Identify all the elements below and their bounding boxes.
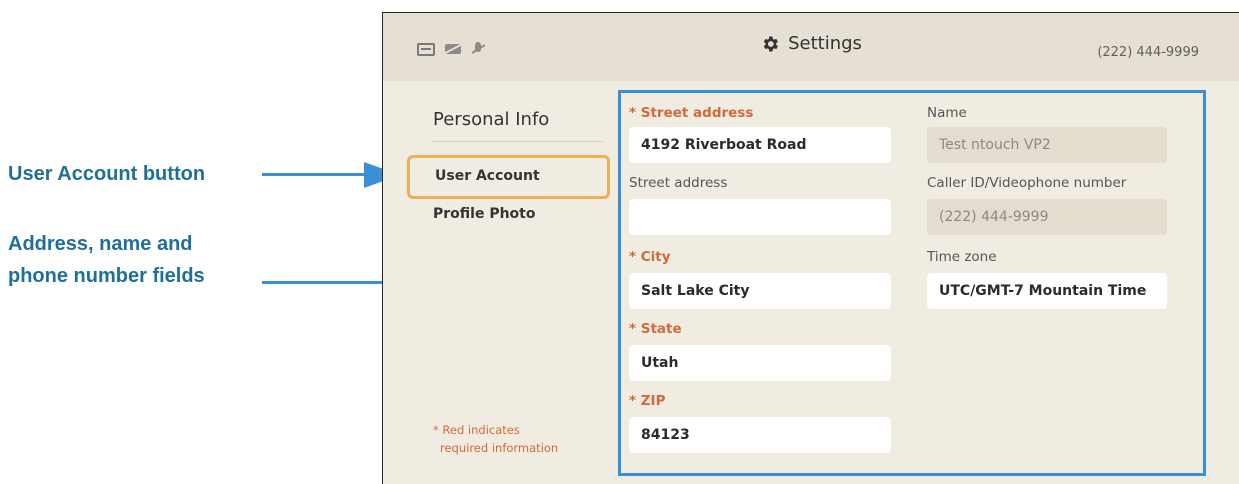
sidebar-divider xyxy=(431,141,603,142)
header-phone-number: (222) 444-9999 xyxy=(1097,45,1199,60)
required-footnote: * Red indicates required information xyxy=(433,421,558,457)
callout-arrow-line xyxy=(262,173,370,176)
callout-fields-line1: Address, name and xyxy=(8,233,193,255)
sidebar-item-user-account[interactable]: User Account xyxy=(407,155,610,199)
top-bar: Settings (222) 444-9999 xyxy=(383,13,1239,81)
footnote-line1: * Red indicates xyxy=(433,423,520,437)
section-title-personal-info: Personal Info xyxy=(433,109,550,130)
settings-screen: Settings (222) 444-9999 Personal Info Us… xyxy=(382,12,1239,484)
sidebar-item-profile-photo[interactable]: Profile Photo xyxy=(433,206,535,222)
gear-icon xyxy=(763,36,778,51)
callout-fields-line2: phone number fields xyxy=(8,265,205,287)
fields-highlight-box xyxy=(618,90,1206,476)
callout-user-account-button: User Account button xyxy=(8,163,206,185)
footnote-line2: required information xyxy=(440,441,559,455)
callout-fields: Address, name and phone number fields xyxy=(8,228,205,292)
settings-title: Settings xyxy=(788,33,862,54)
